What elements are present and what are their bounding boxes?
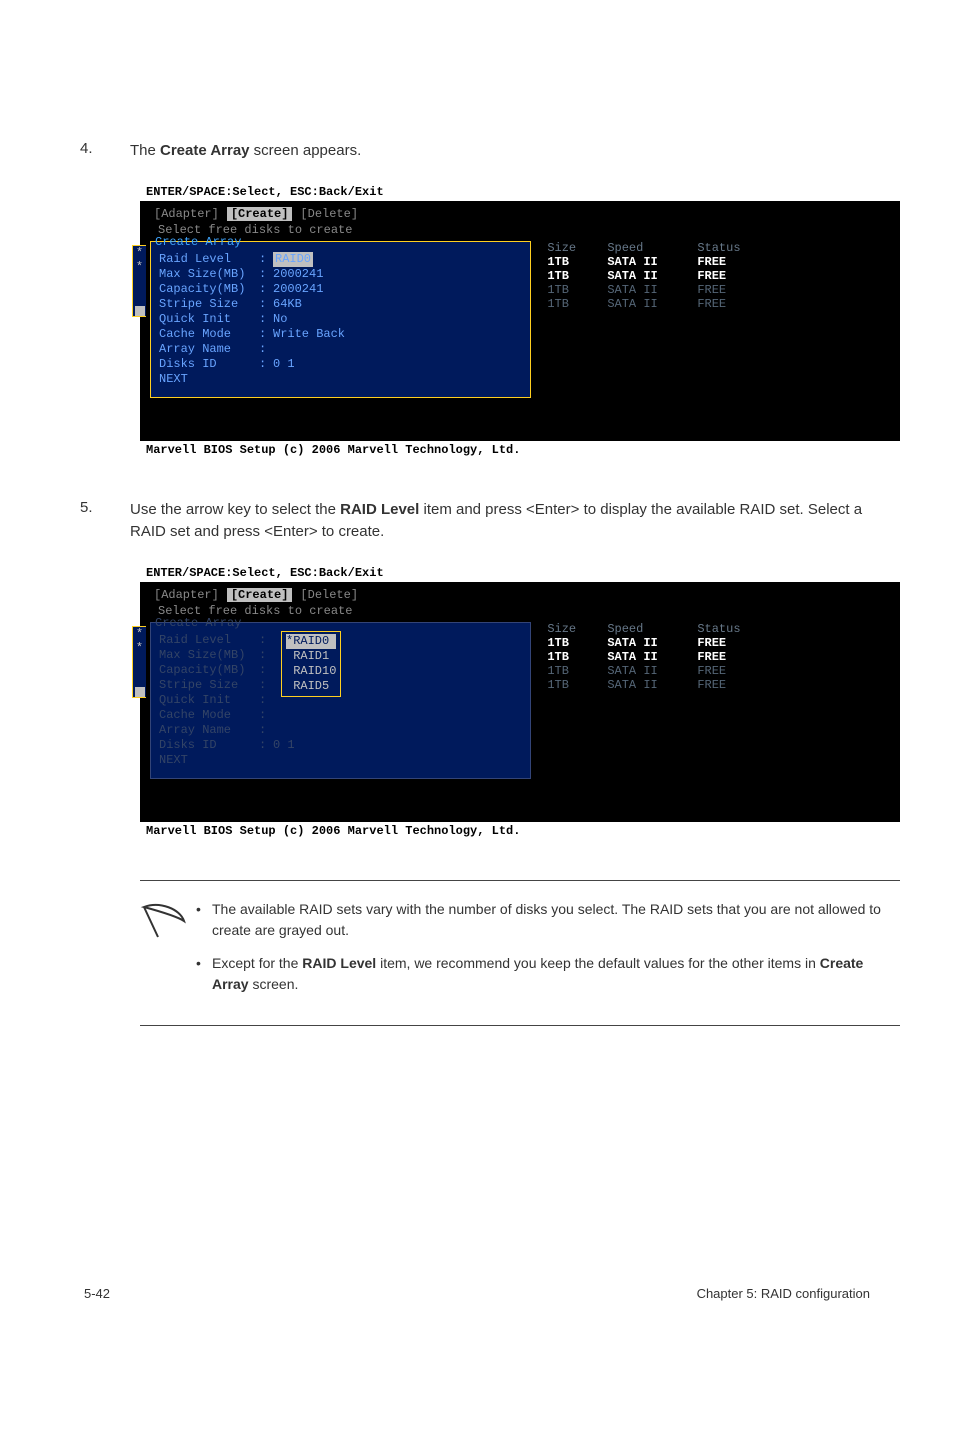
page-footer: 5-42 Chapter 5: RAID configuration [80,1286,874,1301]
step-number: 5. [80,499,100,544]
disk-row[interactable]: 1TBSATA IIFREE [543,283,890,297]
note-icon [140,903,188,943]
disk-table-header: Size Speed Status [543,241,890,255]
raid5-option[interactable]: RAID5 [286,679,336,694]
tab-create[interactable]: [Create] [227,207,293,221]
disk-row[interactable]: 1TBSATA IIFREE [543,297,890,311]
scroll-handle[interactable] [135,306,145,316]
create-array-box: Create Array Raid Level: Max Size(MB): C… [150,622,531,779]
bios-tabs: [Adapter] [Create] [Delete] [150,207,890,221]
bios-header: ENTER/SPACE:Select, ESC:Back/Exit [140,564,900,582]
raid-level-value[interactable]: RAID0 [273,252,313,267]
disk-row[interactable]: 1TBSATA IIFREE [543,255,890,269]
page-number: 5-42 [84,1286,110,1301]
tab-create[interactable]: [Create] [227,588,293,602]
raid10-option[interactable]: RAID10 [286,664,336,679]
disk-row[interactable]: 1TBSATA IIFREE [543,678,890,692]
chapter-label: Chapter 5: RAID configuration [697,1286,870,1301]
disk-table-header: Size Speed Status [543,622,890,636]
box-title: Create Array [155,235,518,249]
disk-row[interactable]: 1TBSATA IIFREE [543,664,890,678]
step-text: The Create Array screen appears. [130,140,874,163]
bios-window-1: ENTER/SPACE:Select, ESC:Back/Exit [Adapt… [140,183,900,459]
note-item: Except for the RAID Level item, we recom… [210,953,890,995]
disk-row[interactable]: 1TBSATA IIFREE [543,269,890,283]
disk-row[interactable]: 1TBSATA IIFREE [543,636,890,650]
tab-delete[interactable]: [Delete] [296,207,362,221]
bios-window-2: ENTER/SPACE:Select, ESC:Back/Exit [Adapt… [140,564,900,840]
step-4: 4. The Create Array screen appears. [80,140,874,163]
raid0-option[interactable]: *RAID0 [286,634,336,649]
tab-adapter[interactable]: [Adapter] [150,207,223,221]
tab-delete[interactable]: [Delete] [296,588,362,602]
step-number: 4. [80,140,100,163]
raid-level-dropdown[interactable]: *RAID0 RAID1 RAID10 RAID5 [281,631,341,697]
bios-footer: Marvell BIOS Setup (c) 2006 Marvell Tech… [140,441,900,459]
bios-header: ENTER/SPACE:Select, ESC:Back/Exit [140,183,900,201]
note-box: The available RAID sets vary with the nu… [140,880,900,1026]
disk-row[interactable]: 1TBSATA IIFREE [543,650,890,664]
raid1-option[interactable]: RAID1 [286,649,336,664]
next-button[interactable]: NEXT [159,372,259,387]
bios-footer: Marvell BIOS Setup (c) 2006 Marvell Tech… [140,822,900,840]
tab-adapter[interactable]: [Adapter] [150,588,223,602]
scroll-handle[interactable] [135,687,145,697]
star-column: * * [132,626,146,698]
create-array-box: Create Array Raid Level:RAID0 Max Size(M… [150,241,531,398]
step-5: 5. Use the arrow key to select the RAID … [80,499,874,544]
step-text: Use the arrow key to select the RAID Lev… [130,499,874,544]
note-item: The available RAID sets vary with the nu… [210,899,890,941]
box-title: Create Array [155,616,518,630]
bios-tabs: [Adapter] [Create] [Delete] [150,588,890,602]
star-column: * * [132,245,146,317]
